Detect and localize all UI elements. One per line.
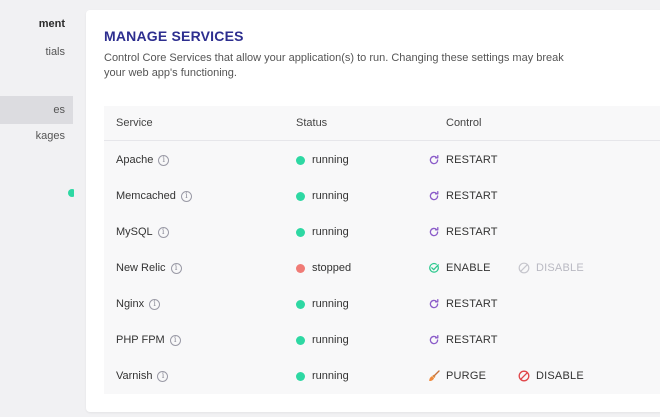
sidebar-item-label: ment <box>38 18 65 30</box>
control-label: RESTART <box>446 226 498 238</box>
status-dot <box>296 299 305 309</box>
status-text: running <box>312 298 349 310</box>
table-row: MySQL i running RESTART <box>104 214 660 250</box>
status-text: running <box>312 370 349 382</box>
status-text: stopped <box>312 262 352 274</box>
control-label: RESTART <box>446 334 498 346</box>
services-table: Service Status Control Apache i running RES… <box>104 106 660 394</box>
purge-button[interactable]: PURGE <box>428 358 486 394</box>
service-name-cell: Memcached i <box>116 178 192 214</box>
service-name: Apache <box>116 154 154 166</box>
column-header-service: Service <box>116 117 153 129</box>
disable-icon <box>518 370 530 382</box>
status-cell: running <box>296 358 349 394</box>
restart-icon <box>428 226 440 238</box>
manage-services-card: MANAGE SERVICES Control Core Services th… <box>86 10 660 412</box>
control-label: RESTART <box>446 154 498 166</box>
status-cell: running <box>296 178 349 214</box>
status-dot <box>296 155 305 165</box>
info-icon[interactable]: i <box>180 190 192 202</box>
sidebar-item-label: tials <box>45 46 65 58</box>
service-name: Memcached <box>116 190 176 202</box>
table-row: Varnish i running PURGE DISABLE <box>104 358 660 394</box>
restart-button[interactable]: RESTART <box>428 142 498 178</box>
service-name-cell: PHP FPM i <box>116 322 181 358</box>
restart-icon <box>428 334 440 346</box>
column-header-control: Control <box>446 117 482 129</box>
table-row: Apache i running RESTART <box>104 142 660 178</box>
service-name-cell: Nginx i <box>116 286 161 322</box>
info-icon[interactable]: i <box>149 298 161 310</box>
status-cell: running <box>296 214 349 250</box>
sidebar-item-management[interactable]: ment <box>0 10 73 38</box>
sidebar-item-label: kages <box>35 130 65 142</box>
table-row: Memcached i running RESTART <box>104 178 660 214</box>
sidebar: ment tials es kages <box>0 0 74 417</box>
sidebar-item-label: es <box>53 104 65 116</box>
restart-button[interactable]: RESTART <box>428 214 498 250</box>
page-title: MANAGE SERVICES <box>104 28 244 44</box>
column-header-status: Status <box>296 117 328 129</box>
service-name-cell: Apache i <box>116 142 170 178</box>
info-icon[interactable]: i <box>170 262 182 274</box>
control-label: PURGE <box>446 370 487 382</box>
status-text: running <box>312 226 349 238</box>
service-name: Varnish <box>116 370 153 382</box>
control-label: DISABLE <box>536 370 584 382</box>
service-name-cell: MySQL i <box>116 214 169 250</box>
table-row: New Relic i stopped ENABLE DISABLE <box>104 250 660 286</box>
service-name: MySQL <box>116 226 153 238</box>
status-cell: running <box>296 142 349 178</box>
table-header: Service Status Control <box>104 106 660 141</box>
status-text: running <box>312 334 349 346</box>
table-row: PHP FPM i running RESTART <box>104 322 660 358</box>
restart-icon <box>428 154 440 166</box>
info-icon[interactable]: i <box>157 226 169 238</box>
check-circle-icon <box>428 262 440 274</box>
service-name: PHP FPM <box>116 334 165 346</box>
status-cell: running <box>296 322 349 358</box>
status-dot <box>296 227 305 237</box>
status-dot <box>296 191 305 201</box>
service-name-cell: New Relic i <box>116 250 182 286</box>
service-name-cell: Varnish i <box>116 358 169 394</box>
status-cell: running <box>296 286 349 322</box>
info-icon[interactable]: i <box>169 334 181 346</box>
restart-button[interactable]: RESTART <box>428 322 498 358</box>
restart-icon <box>428 190 440 202</box>
status-dot <box>296 371 305 381</box>
disable-button: DISABLE <box>518 250 584 286</box>
disable-button[interactable]: DISABLE <box>518 358 584 394</box>
restart-button[interactable]: RESTART <box>428 286 498 322</box>
control-label: ENABLE <box>446 262 491 274</box>
table-row: Nginx i running RESTART <box>104 286 660 322</box>
control-label: RESTART <box>446 298 498 310</box>
status-text: running <box>312 190 349 202</box>
control-label: RESTART <box>446 190 498 202</box>
enable-button[interactable]: ENABLE <box>428 250 491 286</box>
info-icon[interactable]: i <box>157 370 169 382</box>
service-name: Nginx <box>116 298 145 310</box>
sidebar-item-credentials[interactable]: tials <box>0 38 73 66</box>
sidebar-item-packages[interactable]: kages <box>0 122 73 150</box>
broom-icon <box>428 370 440 382</box>
disable-icon <box>518 262 530 274</box>
info-icon[interactable]: i <box>158 154 170 166</box>
status-dot <box>296 263 305 273</box>
control-label: DISABLE <box>536 262 584 274</box>
restart-button[interactable]: RESTART <box>428 178 498 214</box>
status-text: running <box>312 154 349 166</box>
status-cell: stopped <box>296 250 351 286</box>
status-indicator-dot <box>68 189 74 197</box>
service-name: New Relic <box>116 262 166 274</box>
restart-icon <box>428 298 440 310</box>
status-dot <box>296 335 305 345</box>
page-description: Control Core Services that allow your ap… <box>104 52 564 79</box>
sidebar-item-services[interactable]: es <box>0 96 73 124</box>
